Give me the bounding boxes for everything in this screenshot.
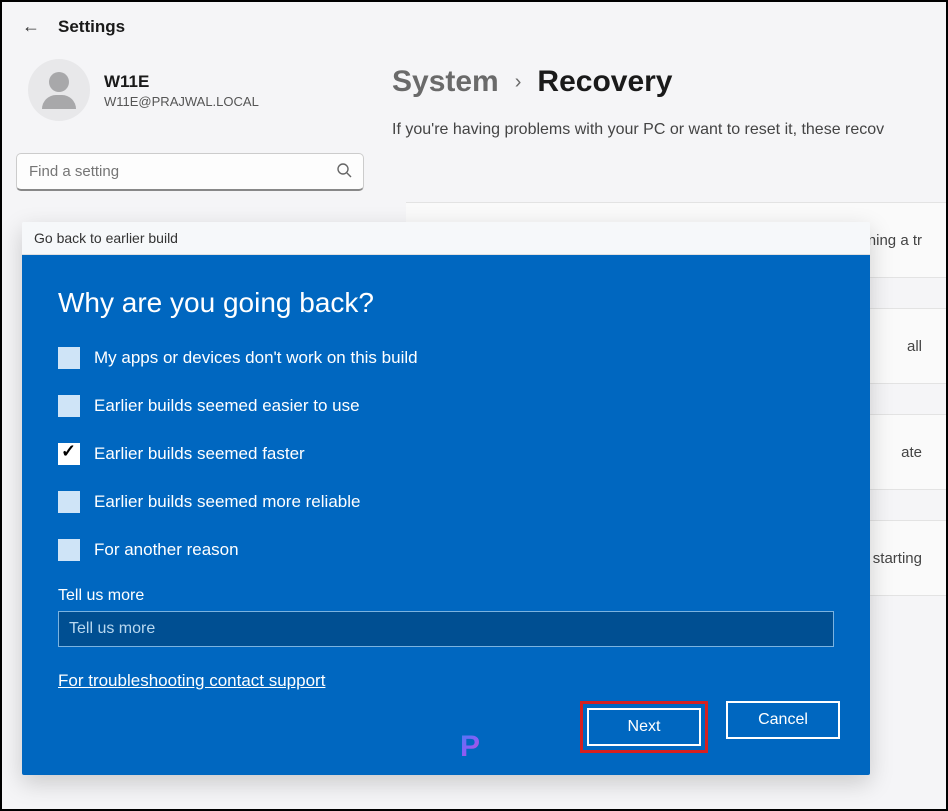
cancel-button[interactable]: Cancel — [726, 701, 840, 739]
reason-label: Earlier builds seemed more reliable — [94, 492, 360, 512]
highlight-annotation: Next — [580, 701, 708, 753]
checkbox-icon[interactable] — [58, 347, 80, 369]
reason-label: Earlier builds seemed faster — [94, 444, 305, 464]
checkbox-icon[interactable] — [58, 491, 80, 513]
main-content: System › Recovery If you're having probl… — [392, 59, 926, 191]
back-arrow-icon[interactable]: ← — [22, 16, 40, 37]
search-input[interactable] — [16, 153, 364, 191]
user-email: W11E@PRAJWAL.LOCAL — [104, 94, 259, 109]
tell-more-input[interactable] — [58, 611, 834, 647]
page-description: If you're having problems with your PC o… — [392, 121, 926, 139]
checkbox-icon[interactable] — [58, 395, 80, 417]
dialog-heading: Why are you going back? — [58, 287, 834, 319]
reason-label: For another reason — [94, 540, 239, 560]
breadcrumb-parent[interactable]: System — [392, 65, 499, 99]
next-button[interactable]: Next — [587, 708, 701, 746]
go-back-dialog: Go back to earlier build Why are you goi… — [22, 222, 870, 775]
support-link[interactable]: For troubleshooting contact support — [58, 671, 325, 691]
reason-option[interactable]: For another reason — [58, 539, 834, 561]
user-name: W11E — [104, 72, 259, 92]
breadcrumb: System › Recovery — [392, 65, 926, 99]
reason-option[interactable]: Earlier builds seemed more reliable — [58, 491, 834, 513]
app-title: Settings — [58, 17, 125, 37]
dialog-titlebar: Go back to earlier build — [22, 222, 870, 255]
reason-label: Earlier builds seemed easier to use — [94, 396, 360, 416]
reason-option[interactable]: Earlier builds seemed faster — [58, 443, 834, 465]
reason-label: My apps or devices don't work on this bu… — [94, 348, 418, 368]
avatar-icon — [28, 59, 90, 121]
breadcrumb-current: Recovery — [537, 65, 672, 99]
reason-option[interactable]: Earlier builds seemed easier to use — [58, 395, 834, 417]
watermark-logo-icon: P — [450, 727, 490, 767]
chevron-right-icon: › — [515, 71, 522, 94]
user-block[interactable]: W11E W11E@PRAJWAL.LOCAL — [22, 59, 342, 121]
reason-option[interactable]: My apps or devices don't work on this bu… — [58, 347, 834, 369]
checkbox-icon[interactable] — [58, 539, 80, 561]
sidebar: W11E W11E@PRAJWAL.LOCAL — [22, 59, 342, 191]
checkbox-icon[interactable] — [58, 443, 80, 465]
search-icon — [336, 162, 352, 182]
tell-more-label: Tell us more — [58, 587, 834, 605]
